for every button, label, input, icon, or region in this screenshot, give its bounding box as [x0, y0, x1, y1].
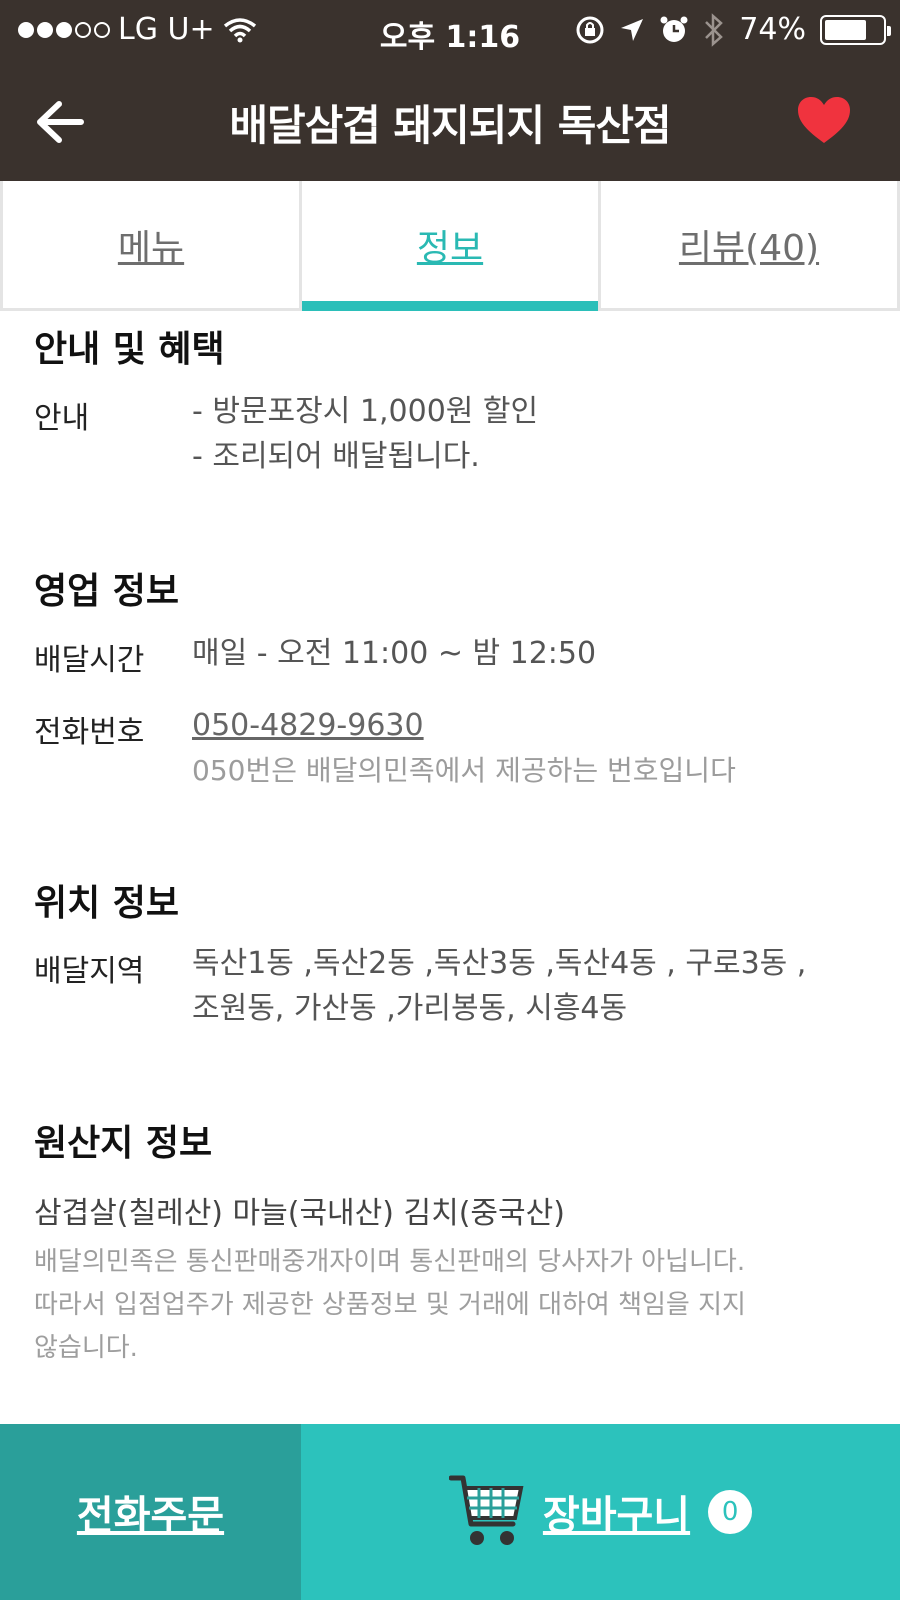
battery-icon — [820, 14, 891, 45]
disclaimer-line: 배달의민족은 통신판매중개자이며 통신판매의 당사자가 아닙니다. — [34, 1247, 746, 1277]
phone-block: 050-4829-9630 050번은 배달의민족에서 제공하는 번호입니다 — [192, 703, 736, 793]
tab-menu[interactable]: 메뉴 — [0, 181, 302, 308]
alarm-icon — [660, 16, 688, 42]
phone-order-button[interactable]: 전화주문 — [0, 1424, 301, 1600]
phone-label: 전화번호 — [34, 715, 145, 750]
battery-percent: 74% — [739, 12, 806, 47]
section-title-location: 위치 정보 — [34, 883, 180, 924]
status-bar: LG U+ 오후 1:16 74% — [0, 0, 900, 62]
location-arrow-icon — [621, 18, 644, 41]
phone-number-link[interactable]: 050-4829-9630 — [192, 703, 736, 748]
cart-button[interactable]: 장바구니 0 — [301, 1424, 900, 1600]
section-title-notice: 안내 및 혜택 — [34, 329, 225, 370]
disclaimer-line: 따라서 입점업주가 제공한 상품정보 및 거래에 대하여 책임을 지지 — [34, 1290, 746, 1320]
bluetooth-icon — [705, 12, 724, 47]
shopping-cart-icon — [448, 1475, 524, 1545]
notice-line: - 방문포장시 1,000원 할인 — [192, 394, 539, 429]
tab-reviews[interactable]: 리뷰(40) — [601, 181, 900, 308]
delivery-area-line: 독산1동 ,독산2동 ,독산3동 ,독산4동 , 구로3동 , — [192, 946, 807, 981]
back-arrow-icon — [37, 101, 84, 143]
notice-value: - 방문포장시 1,000원 할인 - 조리되어 배달됩니다. — [192, 389, 538, 479]
delivery-area-label: 배달지역 — [34, 954, 145, 989]
delivery-area-line: 조원동, 가산동 ,가리봉동, 시흥4동 — [192, 991, 628, 1026]
section-title-business: 영업 정보 — [34, 571, 180, 612]
page-title: 배달삼겹 돼지되지 독산점 — [229, 101, 671, 150]
phone-note: 050번은 배달의민족에서 제공하는 번호입니다 — [192, 754, 736, 787]
disclaimer-line: 않습니다. — [34, 1333, 138, 1363]
rotation-lock-icon — [576, 16, 604, 43]
disclaimer: 배달의민족은 통신판매중개자이며 통신판매의 당사자가 아닙니다. 따라서 입점… — [34, 1241, 854, 1370]
tab-info[interactable]: 정보 — [302, 181, 601, 311]
bottom-action-bar: 전화주문 장바구니 0 — [0, 1424, 900, 1600]
notice-label: 안내 — [34, 401, 90, 436]
battery-fill — [825, 19, 867, 40]
origin-text: 삼겹살(칠레산) 마늘(국내산) 김치(중국산) — [34, 1196, 565, 1231]
delivery-hours-value: 매일 - 오전 11:00 ~ 밤 12:50 — [192, 636, 597, 671]
top-bar: LG U+ 오후 1:16 74% 배달삼겹 돼지되지 독산점 — [0, 0, 900, 181]
app-header: 배달삼겹 돼지되지 독산점 — [0, 62, 900, 181]
cart-label: 장바구니 — [542, 1493, 691, 1539]
section-title-origin: 원산지 정보 — [34, 1123, 213, 1164]
cart-count-badge: 0 — [708, 1490, 753, 1534]
delivery-hours-label: 배달시간 — [34, 643, 145, 678]
heart-icon — [798, 97, 850, 143]
back-button[interactable] — [28, 92, 92, 152]
notice-line: - 조리되어 배달됩니다. — [192, 439, 480, 474]
delivery-area-value: 독산1동 ,독산2동 ,독산3동 ,독산4동 , 구로3동 , 조원동, 가산동… — [192, 941, 806, 1031]
status-icons: 74% — [575, 12, 891, 47]
tab-bar: 메뉴 정보 리뷰(40) — [0, 181, 900, 311]
favorite-button[interactable] — [796, 96, 858, 152]
